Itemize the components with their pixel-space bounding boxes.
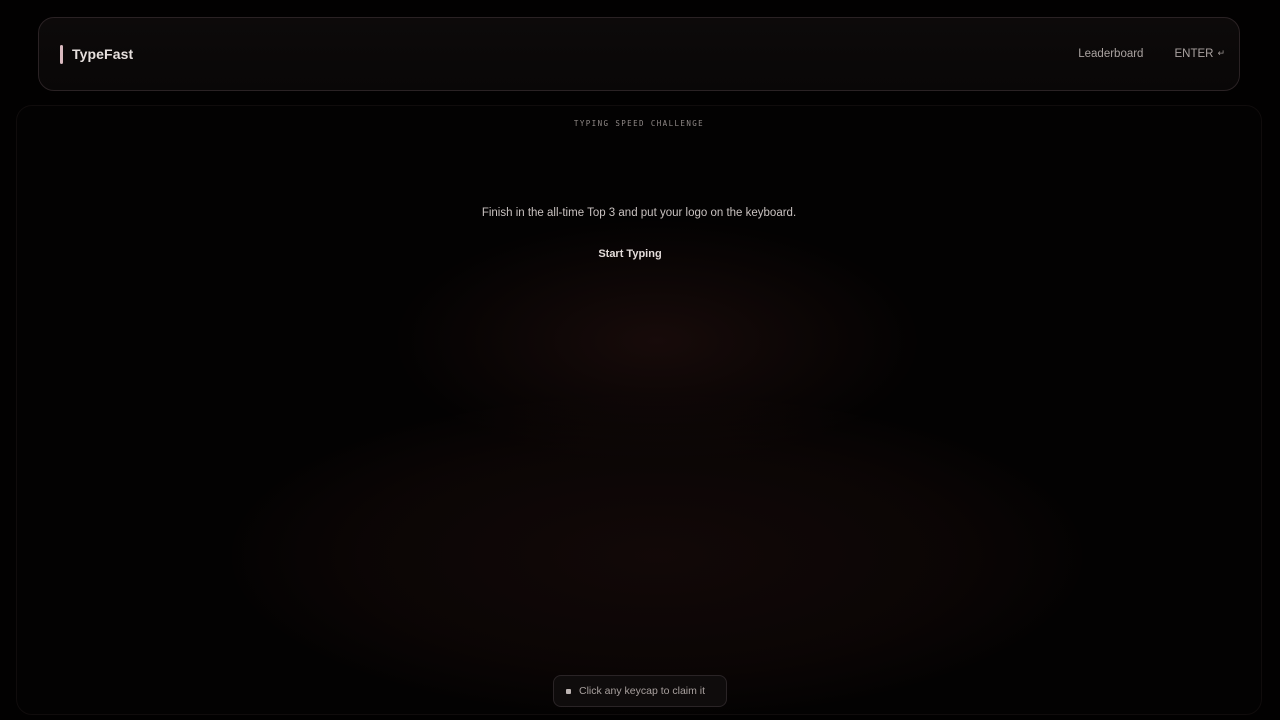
top-nav-bar: TypeFast Leaderboard ENTER ↵ — [38, 17, 1240, 91]
square-dot-icon — [566, 688, 571, 694]
claim-hint-text: Click any keycap to claim it — [579, 685, 706, 697]
section-eyebrow: TYPING SPEED CHALLENGE — [573, 119, 705, 128]
brand[interactable]: TypeFast — [60, 44, 133, 64]
app-page: TypeFast Leaderboard ENTER ↵ TYPING SPEE… — [0, 0, 1280, 720]
tagline: Finish in the all-time Top 3 and put you… — [481, 207, 797, 219]
leaderboard-link[interactable]: Leaderboard — [1078, 48, 1143, 60]
claim-hint-pill: Click any keycap to claim it — [553, 675, 727, 707]
start-typing-button[interactable]: Start Typing — [590, 248, 670, 260]
keyboard-glow-bottom — [232, 396, 1082, 714]
return-key-icon: ↵ — [1217, 49, 1225, 59]
brand-accent-bar — [60, 44, 63, 64]
enter-label: ENTER — [1174, 48, 1214, 60]
typing-stage: TYPING SPEED CHALLENGE Finish in the all… — [16, 105, 1262, 715]
enter-button[interactable]: ENTER ↵ — [1174, 48, 1225, 60]
header-nav: Leaderboard ENTER ↵ — [1078, 48, 1225, 60]
brand-name: TypeFast — [72, 46, 134, 62]
